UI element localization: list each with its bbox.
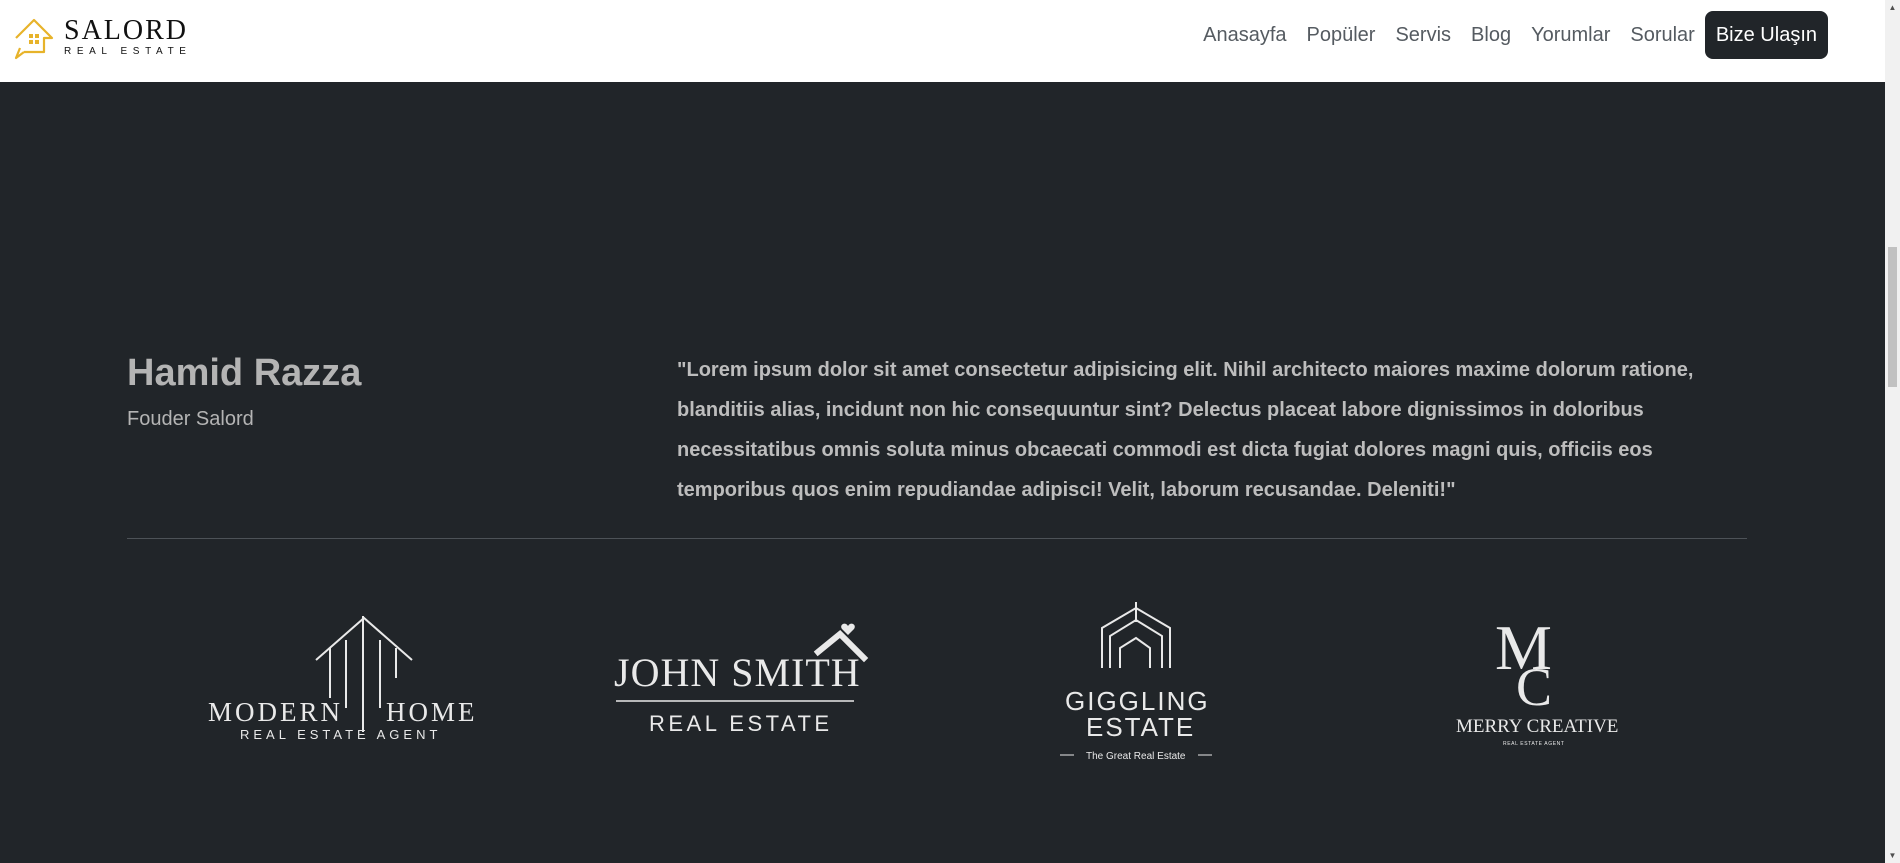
navbar: SALORD REAL ESTATE Anasayfa Popüler Serv… — [0, 0, 1885, 82]
testimonial-author: Hamid Razza Fouder Salord — [127, 350, 361, 431]
nav-link-sorular[interactable]: Sorular — [1630, 11, 1694, 59]
nav-link-servis[interactable]: Servis — [1395, 11, 1451, 59]
logo-giggling-estate: GIGGLING ESTATE The Great Real Estate — [1060, 602, 1212, 762]
scrollbar[interactable]: ▲ ▼ — [1885, 0, 1900, 863]
brand-logo[interactable]: SALORD REAL ESTATE — [12, 14, 192, 60]
brand-title: SALORD — [64, 15, 189, 46]
logo-modern-home-word1: MODERN — [208, 697, 343, 727]
logo-giggling-tagline: The Great Real Estate — [1086, 751, 1186, 762]
author-name: Hamid Razza — [127, 352, 362, 394]
logo-giggling-subtitle: ESTATE — [1086, 712, 1195, 742]
scrollbar-thumb[interactable] — [1888, 247, 1897, 387]
logo-modern-home: MODERN HOME REAL ESTATE AGENT — [208, 616, 478, 742]
logo-john-smith-subtitle: REAL ESTATE — [649, 711, 833, 736]
logo-merry-creative: M C MERRY CREATIVE REAL ESTATE AGENT — [1456, 615, 1618, 747]
logo-merry-monogram-c: C — [1516, 657, 1552, 717]
house-icon — [14, 18, 54, 60]
logo-john-smith: JOHN SMITH REAL ESTATE — [614, 623, 869, 736]
brand-subtitle: REAL ESTATE — [64, 46, 192, 57]
nav-link-blog[interactable]: Blog — [1471, 11, 1511, 59]
author-role: Fouder Salord — [127, 408, 254, 430]
nav-link-anasayfa[interactable]: Anasayfa — [1203, 11, 1286, 59]
scroll-up-arrow-icon[interactable]: ▲ — [1885, 0, 1900, 15]
contact-button[interactable]: Bize Ulaşın — [1704, 11, 1828, 59]
logo-merry-tagline: REAL ESTATE AGENT — [1503, 741, 1565, 747]
testimonial-quote: "Lorem ipsum dolor sit amet consectetur … — [677, 359, 1694, 501]
section-divider — [127, 538, 1747, 539]
scroll-down-arrow-icon[interactable]: ▼ — [1885, 848, 1900, 863]
nav-link-yorumlar[interactable]: Yorumlar — [1531, 11, 1610, 59]
logo-john-smith-title: JOHN SMITH — [614, 650, 861, 695]
logo-modern-home-word2: HOME — [386, 697, 478, 727]
main-nav: Anasayfa Popüler Servis Blog Yorumlar So… — [1183, 11, 1828, 59]
logo-modern-home-tagline: REAL ESTATE AGENT — [240, 727, 441, 742]
logo-merry-title: MERRY CREATIVE — [1456, 716, 1618, 737]
nav-link-populer[interactable]: Popüler — [1307, 11, 1376, 59]
